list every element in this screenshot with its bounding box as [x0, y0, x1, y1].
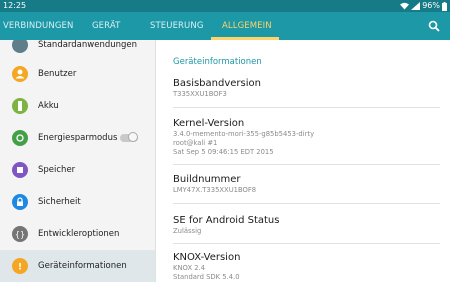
entry-value: LMY47X.T335XXU1BOF8	[173, 186, 257, 194]
entry-value: 3.4.0-memento-mori-355-g85b5453-dirty ro…	[173, 130, 315, 156]
sidebar-item-label: Speicher	[38, 165, 76, 175]
device-info-panel: Geräteinformationen Basisbandversion T33…	[156, 40, 450, 282]
sidebar-item-label: Geräteinformationen	[38, 261, 127, 271]
storage-icon	[12, 162, 28, 178]
entry-knox-version[interactable]: KNOX-Version KNOX 2.4 Standard SDK 5.4.0	[173, 251, 443, 282]
battery-icon	[12, 98, 28, 114]
info-icon: !	[12, 258, 28, 274]
divider	[173, 203, 440, 204]
energiesparmodus-toggle[interactable]	[120, 132, 138, 142]
sidebar: Standardanwendungen Benutzer Akku Energi…	[0, 40, 156, 282]
sidebar-item-label: Entwickleroptionen	[38, 229, 120, 239]
entry-title: Kernel-Version	[173, 118, 245, 129]
power-saving-icon	[12, 130, 28, 146]
entry-value: T335XXU1BOF3	[173, 90, 227, 98]
status-bar: 12:25 96%	[0, 0, 450, 12]
tab-bar: VERBINDUNGEN GERÄT STEUERUNG ALLGEMEIN	[0, 12, 450, 40]
battery-percent: 96%	[422, 1, 440, 10]
svg-text:!: !	[18, 263, 22, 273]
user-icon	[12, 66, 28, 82]
sidebar-item-label: Energiesparmodus	[38, 133, 118, 143]
tab-verbindungen[interactable]: VERBINDUNGEN	[3, 12, 73, 40]
sidebar-item-speicher[interactable]: Speicher	[0, 154, 155, 186]
developer-options-icon: {}	[12, 226, 28, 242]
entry-title: Basisbandversion	[173, 78, 261, 89]
svg-text:{}: {}	[15, 230, 25, 239]
signal-icon	[411, 2, 421, 10]
divider	[173, 164, 440, 165]
toggle-knob	[128, 132, 138, 142]
status-icons: 96%	[400, 0, 447, 12]
entry-value: Zulässig	[173, 227, 202, 235]
sidebar-item-label: Benutzer	[38, 69, 77, 79]
entry-title: SE for Android Status	[173, 215, 280, 226]
sidebar-item-label: Sicherheit	[38, 197, 81, 207]
battery-icon	[442, 1, 447, 11]
sidebar-item-energiesparmodus[interactable]: Energiesparmodus	[0, 122, 155, 154]
entry-basisbandversion[interactable]: Basisbandversion T335XXU1BOF3	[173, 77, 443, 99]
divider	[173, 243, 440, 244]
sidebar-item-sicherheit[interactable]: Sicherheit	[0, 186, 155, 218]
default-apps-icon	[12, 40, 28, 53]
wifi-icon	[400, 2, 410, 10]
sidebar-item-benutzer[interactable]: Benutzer	[0, 58, 155, 90]
entry-se-for-android-status[interactable]: SE for Android Status Zulässig	[173, 214, 443, 236]
entry-title: Buildnummer	[173, 174, 241, 185]
sidebar-item-entwickleroptionen[interactable]: {} Entwickleroptionen	[0, 218, 155, 250]
status-time: 12:25	[3, 1, 27, 10]
sidebar-item-label: Akku	[38, 101, 59, 111]
entry-value: KNOX 2.4 Standard SDK 5.4.0	[173, 264, 240, 281]
entry-kernel-version[interactable]: Kernel-Version 3.4.0-memento-mori-355-g8…	[173, 117, 443, 157]
tab-geraet[interactable]: GERÄT	[92, 12, 120, 40]
lock-icon	[12, 194, 28, 210]
divider	[173, 107, 440, 108]
sidebar-item-akku[interactable]: Akku	[0, 90, 155, 122]
entry-title: KNOX-Version	[173, 252, 241, 263]
section-title: Geräteinformationen	[173, 57, 262, 67]
search-icon[interactable]	[428, 20, 440, 32]
tab-allgemein[interactable]: ALLGEMEIN	[222, 12, 272, 40]
tab-steuerung[interactable]: STEUERUNG	[150, 12, 204, 40]
entry-buildnummer[interactable]: Buildnummer LMY47X.T335XXU1BOF8	[173, 173, 443, 195]
sidebar-item-geraeteinformationen[interactable]: ! Geräteinformationen	[0, 250, 155, 282]
